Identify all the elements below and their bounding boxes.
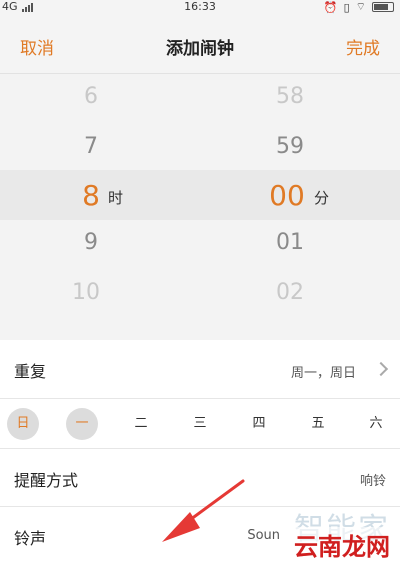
- watermark: 智能家 云南龙网: [254, 504, 394, 562]
- day-thu[interactable]: 四: [243, 408, 275, 440]
- day-sat[interactable]: 六: [360, 408, 392, 440]
- day-wed[interactable]: 三: [184, 408, 216, 440]
- minute-selected[interactable]: 00: [257, 179, 317, 212]
- repeat-value: 周一，周日: [290, 366, 356, 381]
- status-right: ⏰ ▯ ⌔: [324, 0, 394, 14]
- chevron-right-icon: [373, 361, 389, 377]
- minute-option[interactable]: 58: [260, 84, 320, 109]
- battery-icon: [372, 2, 394, 12]
- picker-selection-band: [0, 170, 400, 220]
- day-fri[interactable]: 五: [302, 408, 334, 440]
- weekday-selector: 日 一 二 三 四 五 六: [0, 399, 400, 449]
- hour-option[interactable]: 7: [61, 134, 121, 159]
- done-button[interactable]: 完成: [346, 34, 380, 59]
- minute-option[interactable]: 01: [260, 230, 320, 255]
- wifi-icon: ⌔: [355, 0, 366, 13]
- day-tue[interactable]: 二: [125, 408, 157, 440]
- day-mon[interactable]: 一: [66, 408, 98, 440]
- repeat-row[interactable]: 重复 周一，周日: [0, 340, 400, 399]
- hour-unit: 时: [108, 189, 124, 207]
- time-picker[interactable]: 6 7 8 时 9 10 58 59 00 分 01 02: [0, 74, 400, 340]
- page-title: 添加闹钟: [166, 39, 234, 59]
- day-sun[interactable]: 日: [7, 408, 39, 440]
- watermark-bottom: 云南龙网: [292, 527, 392, 562]
- hour-option[interactable]: 9: [61, 230, 121, 255]
- minute-unit: 分: [314, 189, 330, 207]
- minute-option[interactable]: 59: [260, 134, 320, 159]
- nav-bar: 取消 添加闹钟 完成: [0, 14, 400, 74]
- hour-option[interactable]: 6: [61, 84, 121, 109]
- hour-option[interactable]: 10: [56, 280, 116, 305]
- repeat-label: 重复: [14, 362, 47, 381]
- minute-option[interactable]: 02: [260, 280, 320, 305]
- ringtone-label: 铃声: [14, 529, 47, 548]
- reminder-row[interactable]: 提醒方式 响铃: [0, 449, 400, 507]
- reminder-value: 响铃: [359, 474, 386, 489]
- status-bar: 4G 16:33 ⏰ ▯ ⌔: [0, 0, 400, 14]
- vibrate-icon: ▯: [343, 0, 350, 14]
- reminder-label: 提醒方式: [14, 471, 79, 490]
- alarm-icon: ⏰: [323, 0, 338, 14]
